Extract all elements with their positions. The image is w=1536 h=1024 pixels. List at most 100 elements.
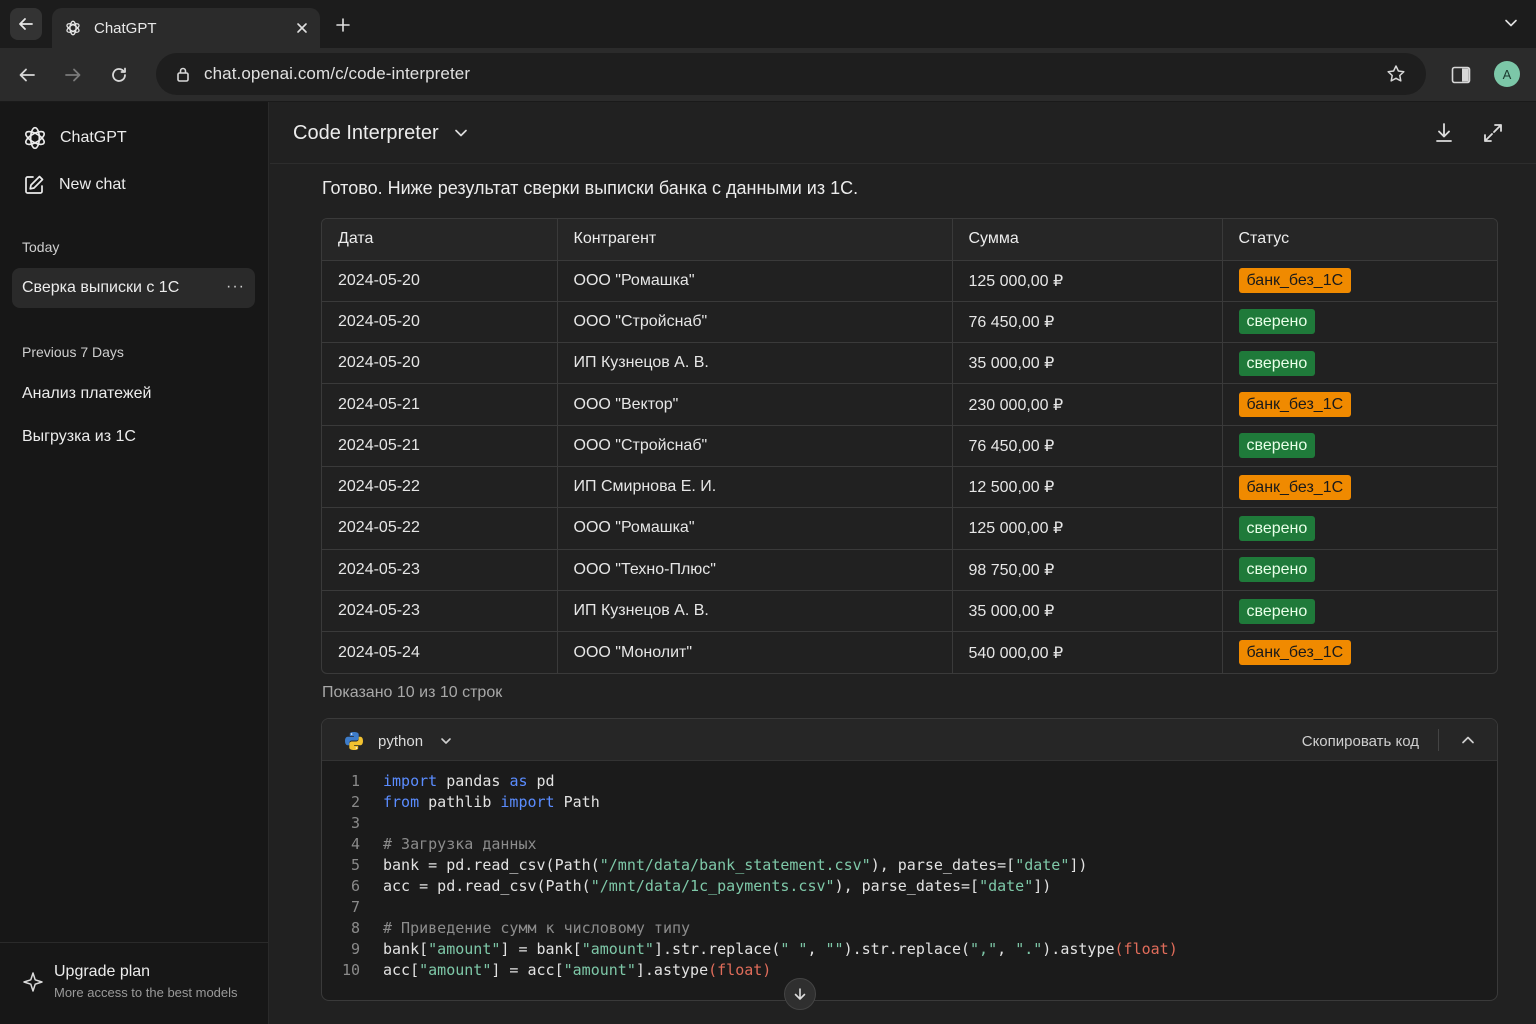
new-chat-label: New chat [59,176,126,193]
code-token: ].astype [635,961,709,979]
cell-amount: 230 000,00 ₽ [952,383,1223,426]
cell-counterparty: ООО "Ромашка" [557,260,953,302]
language-dropdown[interactable] [440,735,452,747]
code-line: 6 acc = pd.read_csv(Path("/mnt/data/1c_pa… [322,876,1497,897]
code-line: 4 # Загрузка данных [322,834,1497,855]
code-token: , [807,940,826,958]
table-row: 2024-05-22 ООО "Ромашка" 125 000,00 ₽ свере… [322,507,1497,550]
sparkle-icon [23,972,43,992]
browser-toolbar: chat.openai.com/c/code-interpreter [0,48,1536,102]
status-badge: сверено [1238,433,1316,459]
code-line: 2 from pathlib import Path [322,792,1497,813]
code-token: pathlib [419,793,501,811]
table-row: 2024-05-23 ООО "Техно-Плюс" 98 750,00 ₽ све… [322,549,1497,591]
download-icon [1436,123,1452,142]
cell-status: банк_без_1С [1222,466,1497,509]
sidebar-item-payments[interactable]: Анализ платежей [12,374,255,414]
code-text: import pandas as pd [383,771,555,792]
cell-amount: 76 450,00 ₽ [952,301,1223,344]
model-selector[interactable]: Code Interpreter [293,122,439,145]
status-badge: сверено [1238,350,1316,376]
code-line: 5 bank = pd.read_csv(Path("/mnt/data/bank… [322,855,1497,876]
code-line: 9 bank["amount"] = bank["amount"].str.rep… [322,939,1497,960]
table-row: 2024-05-21 ООО "Стройснаб" 76 450,00 ₽ свер… [322,425,1497,467]
cell-counterparty: ООО "Стройснаб" [557,425,953,467]
code-token: (float) [708,961,772,979]
cell-amount: 12 500,00 ₽ [952,466,1223,509]
cell-date: 2024-05-21 [322,425,558,467]
code-text: # Загрузка данных [383,834,537,855]
scroll-to-bottom-button[interactable] [784,978,816,1010]
tab-title: ChatGPT [94,19,157,37]
code-line: 1 import pandas as pd [322,771,1497,792]
sidebar-item-label: Анализ платежей [22,385,152,402]
rows-count-note: Показано 10 из 10 строк [322,684,503,701]
section-heading-previous: Previous 7 Days [22,344,124,360]
table-row: 2024-05-20 ООО "Ромашка" 125 000,00 ₽ банк_… [322,260,1497,302]
code-line: 7 [322,897,1497,918]
line-number: 8 [350,919,360,937]
upgrade-plan-button[interactable]: Upgrade plan More access to the best mod… [0,942,269,1024]
reload-button[interactable] [106,62,132,88]
cell-counterparty: ООО "Стройснаб" [557,301,953,344]
code-token: ] = acc[ [491,961,564,979]
code-token: as [509,772,528,790]
line-number: 5 [350,856,360,874]
cell-date: 2024-05-20 [322,342,558,385]
python-logo-icon [345,732,363,750]
expand-button[interactable] [1482,122,1504,144]
tab-back-button[interactable] [10,8,42,40]
forward-button[interactable] [60,62,86,88]
status-badge: сверено [1238,309,1316,335]
code-token: ).str.replace( [843,940,971,958]
cell-counterparty: ООО "Вектор" [557,383,953,426]
chevron-down-icon [455,129,467,137]
more-options-icon[interactable]: ··· [226,278,245,296]
browser-tab[interactable]: ChatGPT [52,8,320,48]
model-selector-chevron[interactable] [454,126,468,140]
code-token: ]) [1033,877,1052,895]
table-row: 2024-05-23 ИП Кузнецов А. В. 35 000,00 ₽ св… [322,590,1497,633]
new-tab-button[interactable] [332,14,354,36]
tab-search-button[interactable] [1504,16,1518,30]
code-token: ), parse_dates=[ [870,856,1016,874]
line-number: 1 [350,772,360,790]
download-button[interactable] [1434,122,1454,144]
copy-code-button[interactable]: Скопировать код [1302,733,1419,750]
chevron-down-icon [441,738,451,744]
chatgpt-logo-icon [25,126,45,150]
sidebar-item-export[interactable]: Выгрузка из 1С [12,417,255,457]
back-arrow-icon [19,68,35,82]
code-token: "" [825,940,844,958]
close-icon[interactable] [296,22,308,34]
sidebar-item-current-chat[interactable]: Сверка выписки с 1С ··· [12,268,255,308]
divider [1438,729,1439,751]
side-panel-button[interactable] [1448,62,1474,88]
back-button[interactable] [14,62,40,88]
sidebar-item-label: Выгрузка из 1С [22,428,136,445]
url-text[interactable]: chat.openai.com/c/code-interpreter [204,64,470,84]
bookmark-button[interactable] [1386,64,1406,84]
code-token: ).astype [1042,940,1115,958]
cell-date: 2024-05-23 [322,590,558,633]
code-token: bank[ [383,940,429,958]
cell-counterparty: ООО "Ромашка" [557,507,953,550]
cell-status: сверено [1222,342,1497,385]
cell-status: сверено [1222,590,1497,633]
code-token: "amount" [428,940,501,958]
cell-amount: 35 000,00 ₽ [952,590,1223,633]
new-chat-button[interactable]: New chat [12,165,255,205]
code-body[interactable]: 1 import pandas as pd 2 from pathlib import… [322,771,1497,981]
address-bar[interactable]: chat.openai.com/c/code-interpreter [156,53,1426,95]
brand-label: ChatGPT [60,129,127,146]
sidebar-brand[interactable]: ChatGPT [12,118,255,158]
code-token: from [383,793,420,811]
cell-status: сверено [1222,549,1497,591]
code-token: "amount" [581,940,654,958]
cell-status: банк_без_1С [1222,383,1497,426]
profile-avatar[interactable]: A [1494,61,1520,87]
table-header-row: Дата Контрагент Сумма Статус [322,219,1497,261]
chat-header: Code Interpreter [270,102,1536,164]
collapse-code-button[interactable] [1461,734,1475,746]
status-badge: сверено [1238,515,1316,541]
